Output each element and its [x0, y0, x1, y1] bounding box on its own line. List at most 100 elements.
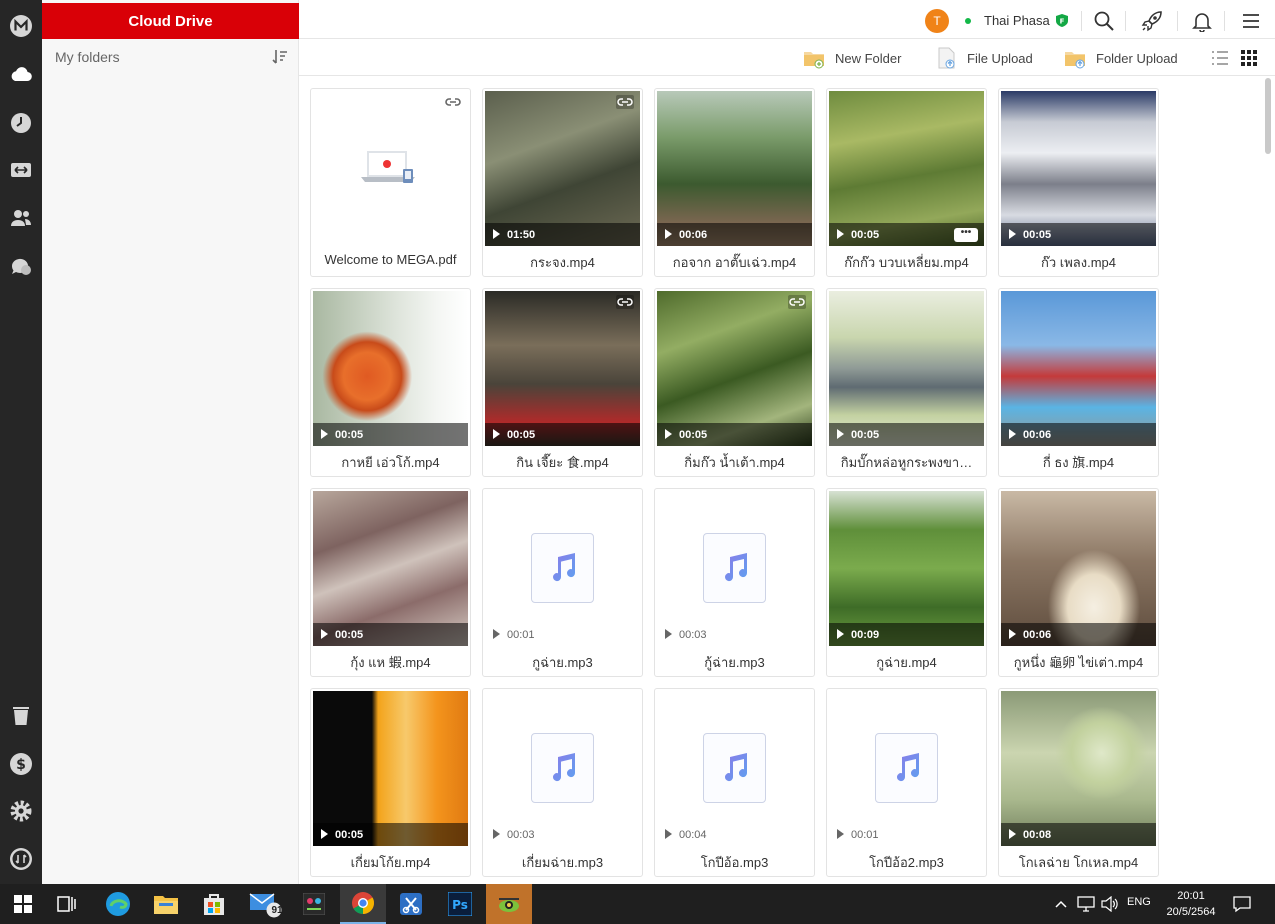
file-upload-icon	[938, 47, 955, 69]
file-tile[interactable]: Welcome to MEGA.pdf	[310, 88, 471, 277]
more-options-button[interactable]: •••	[954, 228, 978, 242]
video-thumbnail: 00:06	[1001, 291, 1156, 446]
rocket-icon[interactable]	[1141, 10, 1163, 32]
play-icon	[1009, 629, 1016, 639]
video-thumbnail: 00:06	[1001, 491, 1156, 646]
file-name: กิมบั๊กหล่อหูกระพงขา…	[840, 455, 973, 470]
file-tile[interactable]: 00:04 โกปีอ้อ.mp3	[654, 688, 815, 877]
file-tile[interactable]: 00:01 โกปีอ้อ2.mp3	[826, 688, 987, 877]
file-tile[interactable]: 00:05 กิน เจี๊ยะ 食.mp4	[482, 288, 643, 477]
duration-label: 00:08	[1023, 829, 1052, 841]
recents-clock-icon[interactable]	[8, 110, 34, 136]
chat-icon[interactable]	[8, 254, 34, 280]
file-upload-label: File Upload	[967, 50, 1033, 66]
volume-icon[interactable]	[1101, 896, 1119, 912]
svg-text:Ps: Ps	[452, 898, 468, 912]
file-tile[interactable]: 00:06 กี่ ธง 旗.mp4	[998, 288, 1159, 477]
avatar[interactable]: T	[925, 9, 949, 33]
left-nav-rail: $	[0, 0, 42, 884]
windows-start-icon[interactable]	[0, 884, 46, 924]
file-name: กูหนึ่ง 龜卵 ไข่เต่า.mp4	[1013, 655, 1144, 670]
file-name: เกี่ยมโก้ย.mp4	[350, 855, 431, 870]
divider	[1224, 11, 1225, 31]
duration-label: 00:01	[851, 829, 879, 841]
chrome-icon[interactable]	[340, 884, 386, 924]
svg-text:F: F	[1060, 18, 1065, 26]
folder-tree-panel: Cloud Drive My folders	[42, 0, 299, 884]
video-thumbnail: 00:05	[313, 291, 468, 446]
rubbish-bin-icon[interactable]	[8, 703, 34, 729]
file-tile[interactable]: 00:05 กิ่มก๊ว น้ำเต้า.mp4	[654, 288, 815, 477]
video-thumbnail: 00:06	[657, 91, 812, 246]
file-tile[interactable]: 00:05 ••• ก๊กก๊ว บวบเหลี่ยม.mp4	[826, 88, 987, 277]
video-thumbnail: 00:05 •••	[829, 91, 984, 246]
snipping-tool-icon[interactable]	[388, 884, 434, 924]
file-tile[interactable]: 00:05 กิมบั๊กหล่อหูกระพงขา…	[826, 288, 987, 477]
shared-link-icon	[444, 95, 462, 109]
music-note-icon	[531, 533, 594, 603]
file-tile[interactable]: 01:50 กระจง.mp4	[482, 88, 643, 277]
duration-label: 00:01	[507, 629, 535, 641]
clock[interactable]: 20:01 20/5/2564	[1163, 888, 1219, 920]
upgrade-dollar-icon[interactable]: $	[8, 751, 34, 777]
app-icon[interactable]	[486, 884, 532, 924]
new-folder-icon	[804, 52, 824, 69]
tray-chevron-up-icon[interactable]	[1054, 897, 1068, 911]
duration-label: 00:05	[679, 429, 708, 441]
file-tile[interactable]: 00:05 เกี่ยมโก้ย.mp4	[310, 688, 471, 877]
file-tile[interactable]: 00:03 เกี่ยมฉ่าย.mp3	[482, 688, 643, 877]
online-status-dot	[965, 18, 971, 24]
new-folder-button[interactable]: New Folder	[803, 46, 901, 70]
file-tile[interactable]: 00:05 กุ้ง แห 蝦.mp4	[310, 488, 471, 677]
file-name: เกี่ยมฉ่าย.mp3	[521, 855, 604, 870]
cloud-drive-icon[interactable]	[8, 61, 34, 87]
clock-date: 20/5/2564	[1166, 906, 1216, 918]
duration-label: 00:05	[335, 629, 364, 641]
input-language[interactable]: ENG	[1127, 896, 1151, 908]
clock-time: 20:01	[1177, 890, 1205, 902]
action-toolbar: New Folder File Upload Folder Upload	[299, 40, 1275, 76]
video-thumbnail: 00:05	[829, 291, 984, 446]
network-icon[interactable]	[1077, 896, 1095, 912]
user-name[interactable]: Thai Phasa	[984, 13, 1050, 28]
app-icon[interactable]	[291, 884, 337, 924]
transfers-icon[interactable]	[8, 157, 34, 183]
folder-upload-button[interactable]: Folder Upload	[1064, 46, 1178, 70]
duration-label: 00:06	[1023, 629, 1052, 641]
main-menu-icon[interactable]	[1240, 10, 1262, 32]
store-icon[interactable]	[191, 884, 237, 924]
mega-logo-icon[interactable]	[8, 13, 34, 39]
file-tile[interactable]: 00:08 โกเลฉ่าย โกเหล.mp4	[998, 688, 1159, 877]
duration-label: 00:03	[507, 829, 535, 841]
file-tile[interactable]: 00:03 กู้ฉ่าย.mp3	[654, 488, 815, 677]
file-tile[interactable]: 00:05 ก๊ว เพลง.mp4	[998, 88, 1159, 277]
contacts-icon[interactable]	[8, 205, 34, 231]
file-tile[interactable]: 00:06 กูหนึ่ง 龜卵 ไข่เต่า.mp4	[998, 488, 1159, 677]
settings-gear-icon[interactable]	[8, 798, 34, 824]
cloud-drive-tab[interactable]: Cloud Drive	[42, 3, 299, 39]
notifications-bell-icon[interactable]	[1191, 10, 1213, 32]
sort-icon[interactable]	[271, 48, 289, 66]
file-name: กูฉ่าย.mp3	[532, 655, 593, 670]
music-note-icon	[875, 733, 938, 803]
video-thumbnail: 00:05	[313, 491, 468, 646]
mail-icon[interactable]: 91	[243, 884, 289, 924]
svg-text:$: $	[16, 757, 26, 773]
file-name: กิ่มก๊ว น้ำเต้า.mp4	[684, 455, 785, 470]
file-tile[interactable]: 00:09 กูฉ่าย.mp4	[826, 488, 987, 677]
task-view-icon[interactable]	[44, 884, 90, 924]
notifications-center-icon[interactable]	[1233, 895, 1251, 913]
search-icon[interactable]	[1093, 10, 1115, 32]
grid-view-icon[interactable]	[1240, 49, 1258, 67]
file-upload-button[interactable]: File Upload	[935, 46, 1033, 70]
file-tile[interactable]: 00:01 กูฉ่าย.mp3	[482, 488, 643, 677]
top-bar: T Thai Phasa F	[299, 3, 1275, 39]
file-tile[interactable]: 00:05 กาหยี เอ่วโก้.mp4	[310, 288, 471, 477]
file-tile[interactable]: 00:06 กอจาก อาตั๊บเฉ่ว.mp4	[654, 88, 815, 277]
photoshop-icon[interactable]: Ps	[437, 884, 483, 924]
grid-scrollbar[interactable]	[1265, 78, 1271, 154]
file-explorer-icon[interactable]	[143, 884, 189, 924]
list-view-icon[interactable]	[1211, 49, 1229, 67]
sync-icon[interactable]	[8, 846, 34, 872]
edge-browser-icon[interactable]	[95, 884, 141, 924]
